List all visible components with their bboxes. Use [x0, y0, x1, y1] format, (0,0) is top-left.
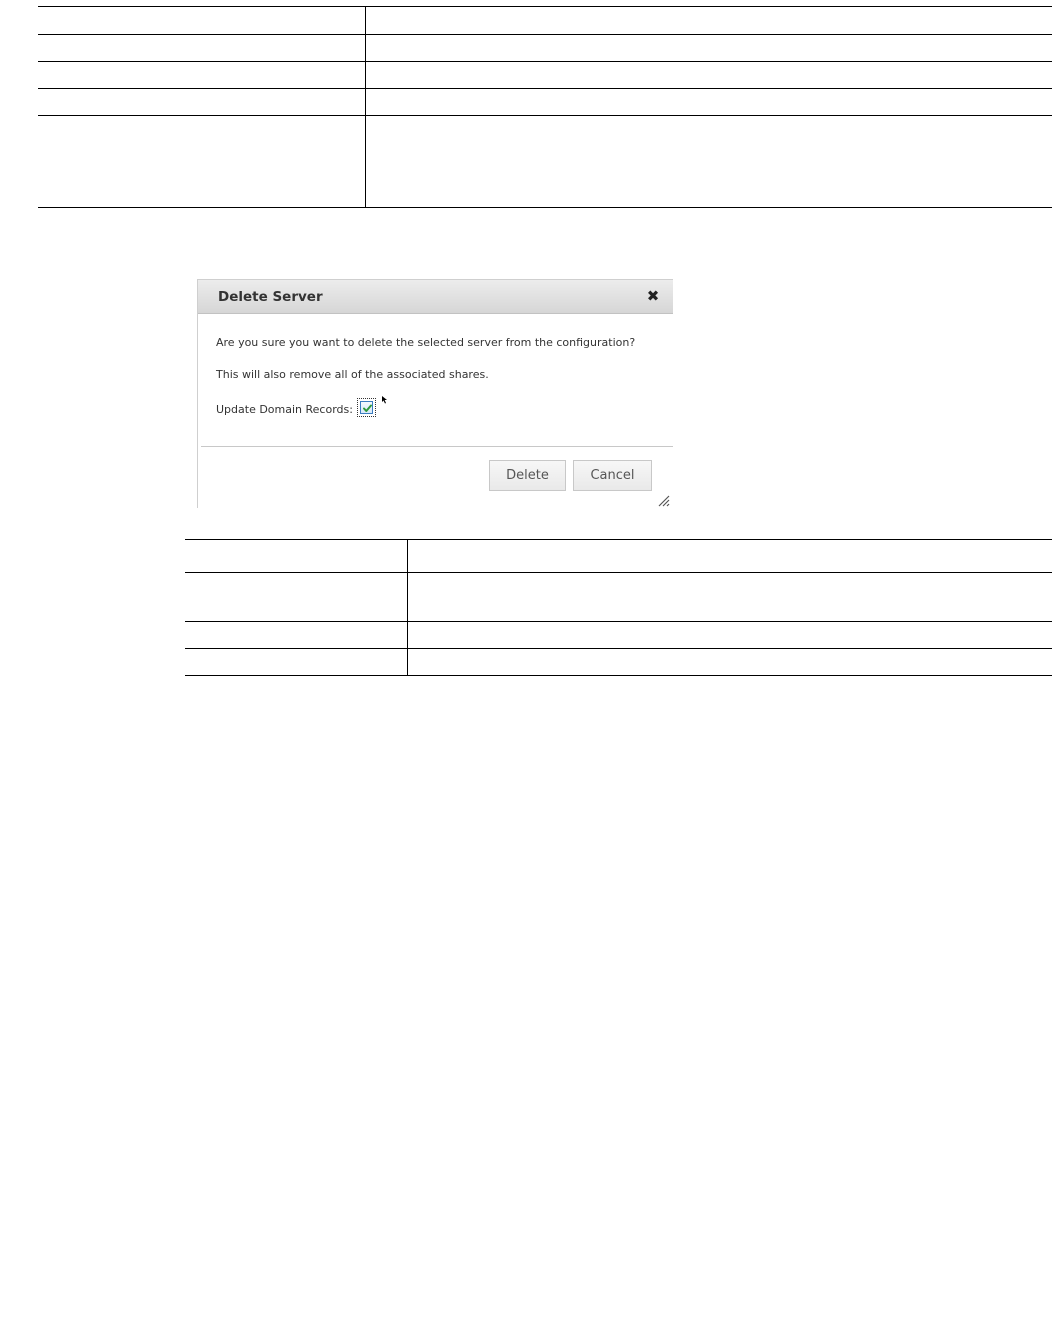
dialog-titlebar[interactable]: Delete Server ✖ — [198, 280, 673, 314]
table-row — [185, 539, 1052, 573]
table-cell-value — [365, 88, 1052, 116]
mouse-cursor-icon — [382, 396, 387, 404]
bottom-table — [185, 539, 1052, 676]
table-cell-value — [407, 621, 1052, 649]
table-cell-label — [38, 115, 366, 208]
check-icon — [363, 404, 372, 412]
table-cell-value — [407, 648, 1052, 676]
table-cell-label — [38, 88, 366, 116]
delete-button[interactable]: Delete — [489, 460, 566, 491]
resize-grip-icon[interactable] — [656, 493, 670, 507]
table-cell-label — [185, 648, 408, 676]
table-cell-value — [365, 34, 1052, 62]
table-row — [185, 572, 1052, 622]
table-cell-value — [365, 115, 1052, 208]
close-icon[interactable]: ✖ — [645, 288, 661, 304]
update-domain-records-label: Update Domain Records: — [216, 403, 353, 416]
checkbox-box — [360, 401, 373, 414]
table-cell-value — [365, 61, 1052, 89]
cancel-button[interactable]: Cancel — [573, 460, 652, 491]
table-row — [38, 6, 1052, 35]
table-cell-value — [365, 6, 1052, 35]
table-row — [185, 648, 1052, 676]
confirm-message: Are you sure you want to delete the sele… — [216, 336, 636, 349]
dialog-divider — [201, 446, 673, 447]
dialog-title: Delete Server — [218, 289, 323, 305]
table-cell-value — [407, 572, 1052, 622]
update-domain-records-checkbox[interactable] — [357, 398, 376, 417]
table-cell-label — [185, 621, 408, 649]
table-cell-label — [185, 572, 408, 622]
table-cell-label — [38, 34, 366, 62]
delete-server-dialog: Delete Server ✖ Are you sure you want to… — [197, 279, 673, 508]
table-row — [38, 61, 1052, 89]
table-row — [185, 621, 1052, 649]
top-table — [38, 6, 1052, 208]
table-cell-label — [38, 61, 366, 89]
table-cell-value — [407, 539, 1052, 573]
table-row — [38, 88, 1052, 116]
table-row — [38, 115, 1052, 208]
table-row — [38, 34, 1052, 62]
table-cell-label — [38, 6, 366, 35]
table-cell-label — [185, 539, 408, 573]
shares-warning-message: This will also remove all of the associa… — [216, 368, 489, 381]
